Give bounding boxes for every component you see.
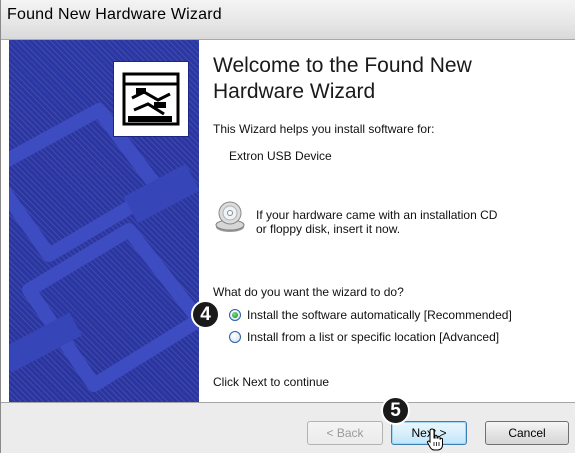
intro-text: This Wizard helps you install software f… — [213, 122, 435, 136]
step-5-callout: 5 — [381, 396, 410, 425]
wizard-footer: < Back Next > Cancel — [1, 402, 575, 453]
option-label: Install from a list or specific location… — [247, 330, 500, 344]
option-install-automatically[interactable]: Install the software automatically [Reco… — [229, 306, 512, 324]
cancel-button[interactable]: Cancel — [485, 421, 569, 445]
device-name: Extron USB Device — [229, 149, 332, 163]
title-bar[interactable]: Found New Hardware Wizard — [1, 0, 575, 40]
hardware-card-icon — [113, 61, 189, 137]
back-button[interactable]: < Back — [307, 421, 383, 445]
cd-prompt-line1: If your hardware came with an installati… — [256, 208, 498, 222]
wizard-question: What do you want the wizard to do? — [213, 285, 404, 299]
cd-disk-icon — [215, 201, 245, 233]
wizard-sidebar-banner — [9, 40, 199, 402]
option-install-from-list[interactable]: Install from a list or specific location… — [229, 328, 499, 346]
radio-button[interactable] — [229, 331, 241, 343]
cd-prompt-line2: or floppy disk, insert it now. — [256, 222, 401, 236]
hand-pointer-icon — [426, 428, 444, 452]
step-4-callout: 4 — [191, 300, 220, 329]
page-title: Welcome to the Found New Hardware Wizard — [213, 54, 472, 103]
option-label: Install the software automatically [Reco… — [247, 308, 512, 322]
wizard-content: Welcome to the Found New Hardware Wizard… — [199, 40, 575, 402]
wizard-window: Found New Hardware Wizard Welcome to the… — [0, 0, 575, 453]
continue-hint: Click Next to continue — [213, 375, 330, 389]
window-title: Found New Hardware Wizard — [7, 6, 222, 23]
radio-button-selected[interactable] — [229, 309, 241, 321]
